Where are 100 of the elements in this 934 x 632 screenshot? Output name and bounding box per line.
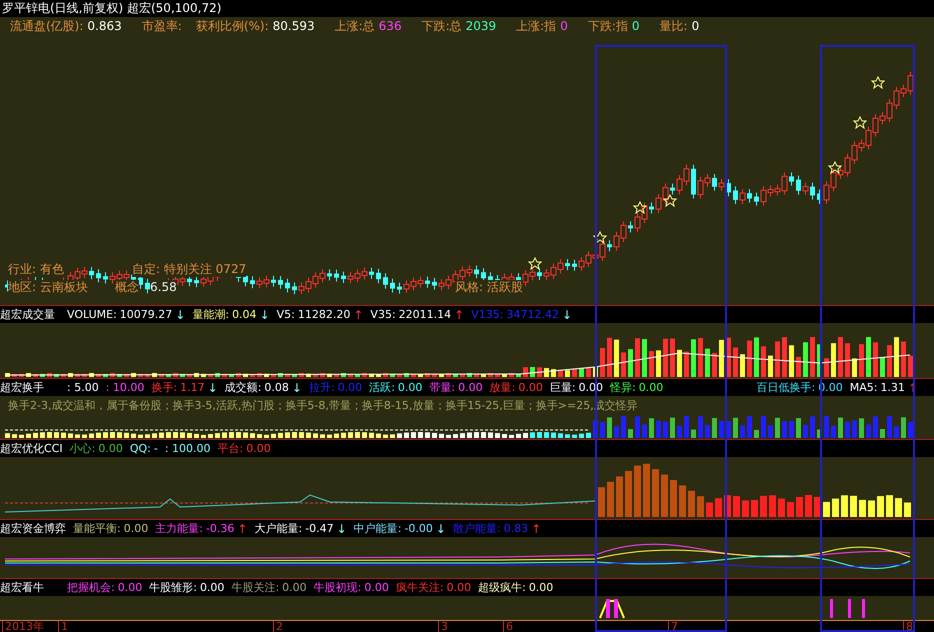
chart-note: 自定: 特别关注 0727 xyxy=(132,262,246,277)
indicator-title: 超宏优化CCI xyxy=(0,441,63,456)
indicator-label: 小心: xyxy=(70,441,96,456)
down-arrow-icon: ↓ xyxy=(208,380,218,394)
indicator-value: 34712.42 xyxy=(506,308,559,321)
field-value: 0 xyxy=(560,19,568,33)
indicator-label: 散户能量: xyxy=(452,521,501,536)
field-value: 636 xyxy=(378,19,402,33)
indicator-value: 0.00 xyxy=(458,381,483,394)
field-label: 市盈率: xyxy=(142,18,182,34)
chart-note: 概念 xyxy=(115,280,139,295)
indicator-label: 放量: xyxy=(490,380,516,395)
field-label: 下跌:总 xyxy=(422,18,462,34)
indicator-value: 0.00 xyxy=(200,581,224,594)
down-arrow-icon: ↓ xyxy=(562,308,572,322)
indicator-label: 牛股初现: xyxy=(314,580,362,595)
indicator-title: 超宏资金博弈 xyxy=(0,521,66,536)
indicator-value: - xyxy=(154,442,158,455)
indicator-label: V135: xyxy=(471,308,504,321)
indicator-value: 0.00 xyxy=(98,442,123,455)
field-label: 上涨:指 xyxy=(516,18,556,34)
axis-label: 7 xyxy=(668,621,678,632)
indicator-label: 把握机会: xyxy=(67,580,115,595)
axis-label: 8 xyxy=(903,621,913,632)
down-arrow-icon: ↓ xyxy=(260,308,270,322)
star-marker xyxy=(662,194,678,208)
axis-label: 2 xyxy=(273,621,283,632)
chart-note: 地区: 云南板块 xyxy=(8,280,88,295)
indicator-label: 带量: xyxy=(429,380,456,395)
up-arrow-icon: ↑ xyxy=(237,522,248,536)
indicator-title: 超宏看牛 xyxy=(0,580,45,595)
field-value: 0 xyxy=(632,19,640,33)
indicator-label: 中户能量: xyxy=(354,521,402,536)
indicator-label: 牛股雏形: xyxy=(149,580,197,595)
indicator-label: 量能潮: xyxy=(192,307,230,322)
indicator-value: 10079.27 xyxy=(120,308,172,321)
indicator-value: 0.00 xyxy=(398,381,422,394)
indicator-value: : 100.00 xyxy=(164,442,211,455)
indicator-label: 大户能量: xyxy=(254,521,302,536)
indicator-value: 0.83 xyxy=(504,522,528,535)
field-label: 上涨:总 xyxy=(334,18,375,34)
field-label: 获利比例(%): xyxy=(196,18,269,34)
down-arrow-icon: ↓ xyxy=(336,522,347,536)
indicator-label: VOLUME: xyxy=(67,308,117,321)
indicator-value: 0.00 xyxy=(282,581,307,594)
indicator-label: 成交额: xyxy=(224,380,262,395)
indicator-value: 0.00 xyxy=(638,381,664,394)
indicator-value: 1.31 xyxy=(880,381,905,394)
indicator-value: 0.04 xyxy=(232,308,257,321)
axis-label: 1 xyxy=(58,621,68,632)
indicator-value: -0.36 xyxy=(206,522,234,535)
field-value: 0.863 xyxy=(87,19,122,33)
indicator-value: 0.08 xyxy=(264,381,289,394)
chart-note: 行业: 有色 xyxy=(8,262,64,277)
indicator-value: 0.00 xyxy=(364,581,389,594)
indicator-label: 主力能量: xyxy=(155,521,203,536)
price-label: 6.58 xyxy=(150,280,177,295)
up-arrow-icon: ↑ xyxy=(531,522,542,536)
indicator-title: 超宏成交量 xyxy=(0,307,56,322)
axis-label: 3 xyxy=(438,621,448,632)
indicator-value: 0.00 xyxy=(528,581,554,594)
indicator-label: V35: xyxy=(370,308,396,321)
indicator-label: 疯牛关注: xyxy=(396,580,444,595)
down-arrow-icon: ↓ xyxy=(436,522,446,536)
indicator-value: 0.00 xyxy=(118,581,142,594)
indicator-label: 换手: xyxy=(151,380,178,395)
star-marker xyxy=(632,200,648,214)
field-value: 80.593 xyxy=(272,19,315,33)
indicator-label: QQ: xyxy=(130,442,151,455)
indicator-value: 0.00 xyxy=(124,522,148,535)
star-marker xyxy=(828,160,842,174)
indicator-label: V5: xyxy=(276,308,295,321)
up-arrow-icon: ↑ xyxy=(454,308,464,322)
star-marker xyxy=(870,76,886,90)
indicator-label: 超级疯牛: xyxy=(478,580,526,595)
indicator-value: -0.47 xyxy=(305,522,334,535)
indicator-value: 0.00 xyxy=(518,381,543,394)
field-label: 流通盘(亿股): xyxy=(10,18,84,34)
indicator-value: 0.00 xyxy=(338,381,362,394)
indicator-label: 巨量: xyxy=(550,380,576,395)
field-label: 量比: xyxy=(660,18,688,34)
indicator-value: 1.17 xyxy=(180,381,205,394)
indicator-label: 活跃: xyxy=(369,380,395,395)
indicator-value: 0.00 xyxy=(446,581,472,594)
star-marker xyxy=(592,230,608,244)
star-marker xyxy=(528,256,542,270)
down-arrow-icon: ↓ xyxy=(292,380,302,394)
field-label: 下跌:指 xyxy=(588,18,628,34)
star-marker xyxy=(852,116,868,130)
indicator-label: 怪异: xyxy=(610,380,636,395)
indicator-value: 11282.20 xyxy=(298,308,350,321)
indicator-value: -0.00 xyxy=(404,522,433,535)
axis-label: 6 xyxy=(503,621,513,632)
up-arrow-icon: ↑ xyxy=(353,308,364,322)
indicator-title: 超宏换手 xyxy=(0,380,45,395)
indicator-value: : 5.00 xyxy=(67,381,99,394)
chart-note: 风格: 活跃股 xyxy=(455,280,523,295)
indicator-label: 牛股关注: xyxy=(231,580,280,595)
axis-label: 2013年 xyxy=(2,621,44,632)
indicator-value: 22011.14 xyxy=(398,308,452,321)
